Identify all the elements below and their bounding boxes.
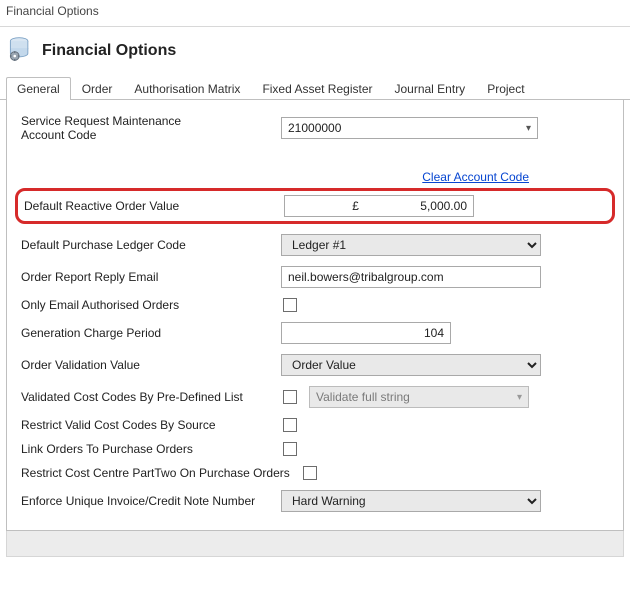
- row-restrict-cost-centre-pt2: Restrict Cost Centre PartTwo On Purchase…: [21, 466, 609, 480]
- disabled-select-value: Validate full string: [316, 390, 410, 404]
- restrict-cost-centre-pt2-label: Restrict Cost Centre PartTwo On Purchase…: [21, 466, 301, 480]
- order-validation-value-select[interactable]: Order Value: [281, 354, 541, 376]
- validate-full-string-select: Validate full string ▾: [309, 386, 529, 408]
- row-default-reactive-order-value: Default Reactive Order Value £ 5,000.00: [24, 195, 606, 217]
- generation-charge-period-input[interactable]: [281, 322, 451, 344]
- window-title: Financial Options: [0, 0, 630, 24]
- currency-symbol: £: [291, 199, 420, 213]
- row-validated-cost-codes-predefined: Validated Cost Codes By Pre-Defined List…: [21, 386, 609, 408]
- tab-bar: General Order Authorisation Matrix Fixed…: [0, 76, 630, 100]
- row-order-validation-value: Order Validation Value Order Value: [21, 354, 609, 376]
- header: Financial Options: [0, 33, 630, 72]
- row-link-orders-to-purchase-orders: Link Orders To Purchase Orders: [21, 442, 609, 456]
- footer-strip: [6, 531, 624, 557]
- row-generation-charge-period: Generation Charge Period: [21, 322, 609, 344]
- chevron-down-icon: ▾: [526, 123, 531, 134]
- service-request-account-code-combo[interactable]: 21000000 ▾: [281, 117, 538, 139]
- row-enforce-unique-invoice: Enforce Unique Invoice/Credit Note Numbe…: [21, 490, 609, 512]
- default-purchase-ledger-code-select[interactable]: Ledger #1: [281, 234, 541, 256]
- row-restrict-valid-cost-codes-by-source: Restrict Valid Cost Codes By Source: [21, 418, 609, 432]
- row-order-report-reply-email: Order Report Reply Email: [21, 266, 609, 288]
- chevron-down-icon: ▾: [517, 392, 522, 403]
- tab-project[interactable]: Project: [476, 77, 535, 100]
- database-gear-icon: [6, 35, 34, 66]
- validated-cost-codes-predefined-checkbox[interactable]: [283, 390, 297, 404]
- restrict-valid-cost-codes-by-source-label: Restrict Valid Cost Codes By Source: [21, 418, 281, 432]
- order-report-reply-email-input[interactable]: [281, 266, 541, 288]
- validated-cost-codes-predefined-label: Validated Cost Codes By Pre-Defined List: [21, 390, 281, 404]
- enforce-unique-invoice-label: Enforce Unique Invoice/Credit Note Numbe…: [21, 494, 281, 508]
- numeric-value: 5,000.00: [420, 199, 467, 213]
- default-purchase-ledger-code-label: Default Purchase Ledger Code: [21, 238, 281, 252]
- clear-account-code-link[interactable]: Clear Account Code: [422, 170, 529, 184]
- enforce-unique-invoice-select[interactable]: Hard Warning: [281, 490, 541, 512]
- order-validation-value-label: Order Validation Value: [21, 358, 281, 372]
- row-only-email-authorised-orders: Only Email Authorised Orders: [21, 298, 609, 312]
- label-line-1: Service Request Maintenance: [21, 114, 181, 128]
- restrict-cost-centre-pt2-checkbox[interactable]: [303, 466, 317, 480]
- restrict-valid-cost-codes-by-source-checkbox[interactable]: [283, 418, 297, 432]
- tab-journal-entry[interactable]: Journal Entry: [383, 77, 476, 100]
- row-default-purchase-ledger-code: Default Purchase Ledger Code Ledger #1: [21, 234, 609, 256]
- only-email-authorised-orders-label: Only Email Authorised Orders: [21, 298, 281, 312]
- tab-authorisation-matrix[interactable]: Authorisation Matrix: [123, 77, 251, 100]
- general-panel: Service Request Maintenance Account Code…: [6, 100, 624, 531]
- row-service-request-account-code: Service Request Maintenance Account Code…: [21, 114, 609, 142]
- link-orders-to-purchase-orders-checkbox[interactable]: [283, 442, 297, 456]
- default-reactive-order-value-input[interactable]: £ 5,000.00: [284, 195, 474, 217]
- tab-fixed-asset-register[interactable]: Fixed Asset Register: [251, 77, 383, 100]
- tab-general[interactable]: General: [6, 77, 71, 100]
- generation-charge-period-label: Generation Charge Period: [21, 326, 281, 340]
- clear-account-code-row: Clear Account Code: [21, 170, 529, 184]
- tab-order[interactable]: Order: [71, 77, 124, 100]
- only-email-authorised-orders-checkbox[interactable]: [283, 298, 297, 312]
- highlight-default-reactive-order-value: Default Reactive Order Value £ 5,000.00: [15, 188, 615, 224]
- link-orders-to-purchase-orders-label: Link Orders To Purchase Orders: [21, 442, 281, 456]
- combo-value: 21000000: [288, 121, 341, 135]
- default-reactive-order-value-label: Default Reactive Order Value: [24, 199, 284, 213]
- order-report-reply-email-label: Order Report Reply Email: [21, 270, 281, 284]
- service-request-account-code-label: Service Request Maintenance Account Code: [21, 114, 281, 142]
- label-line-2: Account Code: [21, 128, 96, 142]
- divider: [0, 26, 630, 27]
- page-title: Financial Options: [42, 42, 176, 60]
